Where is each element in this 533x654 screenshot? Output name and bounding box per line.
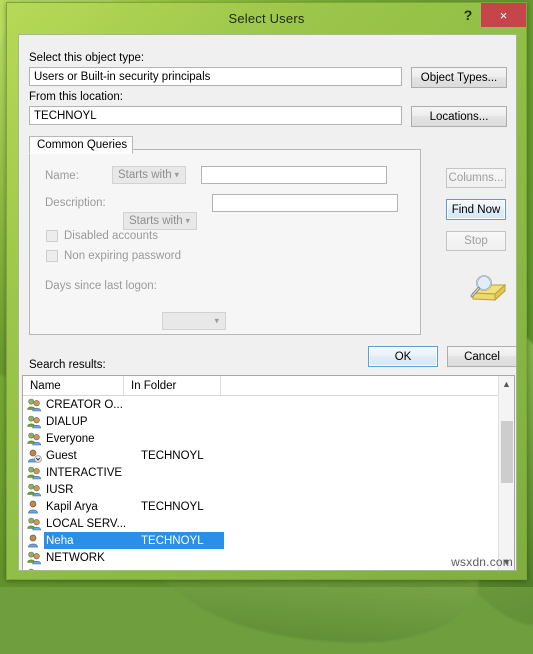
chevron-down-icon: ▾ — [185, 216, 190, 227]
user-icon — [27, 534, 42, 548]
search-results-list[interactable]: Name In Folder CREATOR O... DIALUP Everyon… — [22, 375, 515, 571]
scroll-up-arrow-icon[interactable]: ▲ — [499, 376, 514, 392]
group-icon — [27, 568, 42, 571]
group-icon — [27, 466, 42, 480]
list-column-headers: Name In Folder — [23, 376, 514, 396]
row-name: Kapil Arya — [46, 501, 98, 513]
search-folder-icon — [467, 273, 509, 307]
group-icon — [27, 398, 42, 412]
scrollbar-thumb[interactable] — [501, 421, 513, 483]
chevron-down-icon: ▾ — [214, 316, 219, 327]
row-name: Neha — [46, 535, 74, 547]
description-label: Description: — [45, 197, 106, 209]
description-operator-select[interactable]: Starts with ▾ — [123, 212, 197, 230]
group-icon — [27, 483, 42, 497]
find-now-button[interactable]: Find Now — [446, 199, 506, 220]
chevron-down-icon: ▾ — [174, 170, 179, 181]
table-row[interactable]: Kapil Arya TECHNOYL — [23, 498, 514, 515]
disabled-accounts-label: Disabled accounts — [64, 230, 158, 242]
row-in-folder: TECHNOYL — [141, 450, 204, 462]
table-row[interactable]: Everyone — [23, 430, 514, 447]
disabled-accounts-checkbox[interactable] — [46, 230, 58, 242]
row-name: INTERACTIVE — [46, 467, 122, 479]
non-expiring-password-checkbox-row[interactable]: Non expiring password — [46, 250, 181, 262]
column-header-in-folder[interactable]: In Folder — [124, 376, 221, 395]
group-icon — [27, 551, 42, 565]
days-since-last-logon-select[interactable]: ▾ — [162, 312, 226, 330]
table-row[interactable]: INTERACTIVE — [23, 464, 514, 481]
object-types-button[interactable]: Object Types... — [411, 67, 507, 88]
table-row[interactable]: DIALUP — [23, 413, 514, 430]
row-name: NETWORK — [46, 552, 105, 564]
non-expiring-password-checkbox[interactable] — [46, 250, 58, 262]
locations-button[interactable]: Locations... — [411, 106, 507, 127]
group-icon — [27, 517, 42, 531]
window-controls: ? × — [455, 3, 526, 28]
table-row[interactable]: Guest TECHNOYL — [23, 447, 514, 464]
name-operator-select[interactable]: Starts with ▾ — [112, 166, 186, 184]
object-type-input[interactable]: Users or Built-in security principals — [29, 67, 402, 86]
description-value-input[interactable] — [212, 194, 398, 212]
days-since-last-logon-label: Days since last logon: — [45, 280, 157, 292]
title-bar: Select Users ? × — [7, 3, 526, 34]
row-name: IUSR — [46, 484, 73, 496]
non-expiring-password-label: Non expiring password — [64, 250, 181, 262]
columns-button[interactable]: Columns... — [446, 168, 506, 188]
list-rows: CREATOR O... DIALUP Everyone Guest TECHNOYL I… — [23, 396, 514, 571]
cancel-button[interactable]: Cancel — [447, 346, 517, 367]
row-name: Everyone — [46, 433, 95, 445]
disabled-accounts-checkbox-row[interactable]: Disabled accounts — [46, 230, 158, 242]
help-button[interactable]: ? — [455, 3, 481, 27]
row-name: DIALUP — [46, 416, 88, 428]
window-title: Select Users — [228, 11, 304, 26]
dialog-client-area: Select this object type: Users or Built-… — [18, 34, 517, 571]
table-row[interactable]: Neha TECHNOYL — [23, 532, 514, 549]
from-location-label: From this location: — [29, 91, 123, 103]
row-in-folder: TECHNOYL — [141, 535, 204, 547]
object-type-label: Select this object type: — [29, 52, 144, 64]
user-icon — [27, 500, 42, 514]
list-scrollbar[interactable]: ▲ ▼ — [498, 376, 514, 570]
close-button[interactable]: × — [481, 3, 526, 27]
table-row[interactable]: LOCAL SERV... — [23, 515, 514, 532]
user-disabled-icon — [27, 449, 42, 463]
table-row[interactable]: IUSR — [23, 481, 514, 498]
ok-button[interactable]: OK — [368, 346, 438, 367]
search-results-label: Search results: — [29, 359, 106, 371]
group-icon — [27, 432, 42, 446]
watermark: wsxdn.com — [451, 555, 513, 569]
tab-common-queries[interactable]: Common Queries — [29, 136, 133, 154]
table-row[interactable]: NETWORK — [23, 549, 514, 566]
name-operator-value: Starts with — [118, 169, 172, 181]
description-operator-value: Starts with — [129, 215, 183, 227]
table-row[interactable]: CREATOR O... — [23, 396, 514, 413]
column-header-spacer — [221, 376, 514, 395]
select-users-dialog: Select Users ? × Select this object type… — [6, 2, 527, 580]
name-label: Name: — [45, 170, 79, 182]
group-icon — [27, 415, 42, 429]
table-row[interactable] — [23, 566, 514, 571]
column-header-name[interactable]: Name — [23, 376, 124, 395]
from-location-input[interactable]: TECHNOYL — [29, 106, 402, 125]
row-in-folder: TECHNOYL — [141, 501, 204, 513]
stop-button[interactable]: Stop — [446, 231, 506, 251]
name-value-input[interactable] — [201, 166, 387, 184]
row-name: Guest — [46, 450, 77, 462]
row-name: CREATOR O... — [46, 399, 123, 411]
row-name: LOCAL SERV... — [46, 518, 126, 530]
